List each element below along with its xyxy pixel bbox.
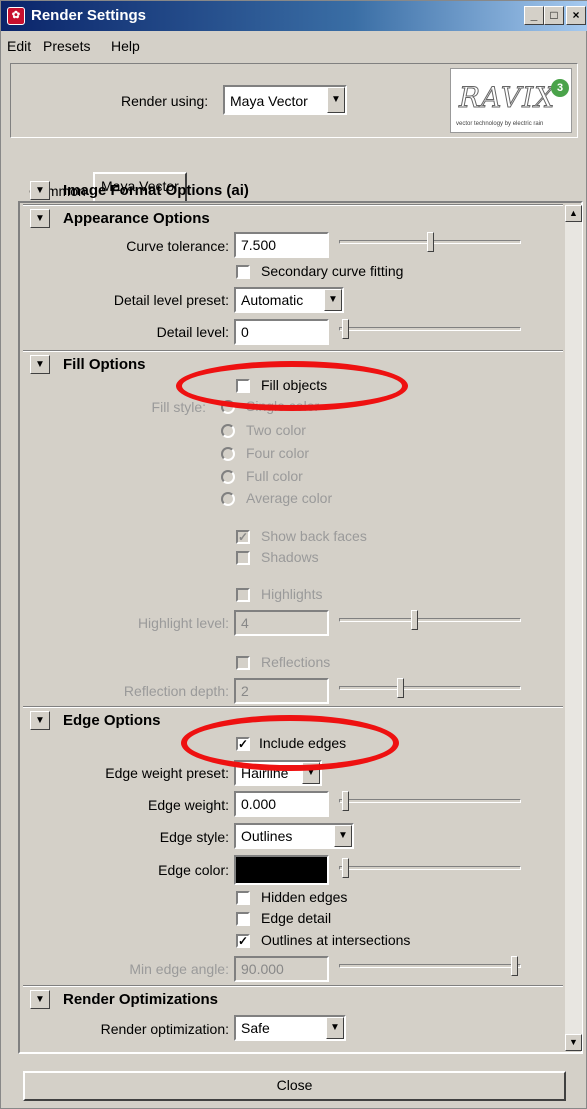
highlights-checkbox[interactable] xyxy=(236,588,250,602)
maximize-button[interactable]: □ xyxy=(544,6,564,25)
edge-style-label: Edge style: xyxy=(159,829,229,845)
edge-weight-slider[interactable] xyxy=(339,790,521,812)
fill-style-label: Fill style: xyxy=(151,399,206,415)
min-edge-angle-slider[interactable] xyxy=(339,955,521,977)
edge-color-swatch[interactable] xyxy=(234,855,329,885)
render-optimization-dropdown[interactable]: Safe ▼ xyxy=(234,1015,346,1041)
ravix-logo-tagline: vector technology by electric rain xyxy=(456,121,544,127)
fill-style-average: Average color xyxy=(246,490,333,506)
title-bar: ✿ Render Settings _ □ × xyxy=(1,1,587,31)
detail-preset-label: Detail level preset: xyxy=(113,292,229,308)
render-optimization-value: Safe xyxy=(241,1020,270,1036)
show-back-faces-checkbox[interactable]: ✓ xyxy=(236,530,250,544)
radio-four-color[interactable] xyxy=(221,447,235,461)
ravix-logo: RAVIX 3 vector technology by electric ra… xyxy=(450,68,572,133)
menu-presets[interactable]: Presets xyxy=(43,38,90,54)
detail-preset-dropdown[interactable]: Automatic ▼ xyxy=(234,287,344,313)
collapse-icon[interactable]: ▼ xyxy=(30,209,50,228)
menu-edit[interactable]: Edit xyxy=(7,38,31,54)
fill-style-four: Four color xyxy=(246,445,310,461)
edge-color-slider[interactable] xyxy=(339,857,521,879)
edge-weight-label: Edge weight: xyxy=(148,797,229,813)
close-window-button[interactable]: × xyxy=(566,6,586,25)
maya-app-icon: ✿ xyxy=(7,7,25,25)
render-using-dropdown[interactable]: Maya Vector ▼ xyxy=(223,85,347,115)
hidden-edges-checkbox[interactable] xyxy=(236,891,250,905)
edge-weight-field[interactable]: 0.000 xyxy=(234,791,329,817)
shadows-label: Shadows xyxy=(261,549,319,565)
edge-detail-label: Edge detail xyxy=(261,910,332,926)
render-using-value: Maya Vector xyxy=(230,93,308,109)
chevron-down-icon: ▼ xyxy=(327,87,345,113)
chevron-down-icon: ▼ xyxy=(326,1017,344,1039)
show-back-faces-label: Show back faces xyxy=(261,528,367,544)
fill-style-two: Two color xyxy=(246,422,306,438)
scroll-up-icon[interactable]: ▲ xyxy=(565,205,582,222)
divider xyxy=(23,985,563,987)
menu-help[interactable]: Help xyxy=(111,38,140,54)
render-settings-window: ✿ Render Settings _ □ × Edit Presets Hel… xyxy=(0,0,587,1109)
ravix-logo-badge: 3 xyxy=(551,79,569,97)
scroll-down-icon[interactable]: ▼ xyxy=(565,1034,582,1051)
curve-tolerance-slider[interactable] xyxy=(339,231,521,253)
edge-weight-preset-label: Edge weight preset: xyxy=(105,765,229,781)
collapse-icon[interactable]: ▼ xyxy=(30,990,50,1009)
curve-tolerance-field[interactable]: 7.500 xyxy=(234,232,329,258)
edge-options-header[interactable]: Edge Options xyxy=(63,712,161,729)
edge-color-label: Edge color: xyxy=(158,862,229,878)
hidden-edges-label: Hidden edges xyxy=(261,889,348,905)
collapse-icon[interactable]: ▼ xyxy=(30,711,50,730)
detail-level-slider[interactable] xyxy=(339,318,521,340)
vertical-scrollbar[interactable]: ▲ ▼ xyxy=(565,205,582,1051)
radio-full-color[interactable] xyxy=(221,470,235,484)
collapse-icon[interactable]: ▼ xyxy=(30,355,50,374)
detail-level-field[interactable]: 0 xyxy=(234,319,329,345)
image-format-header[interactable]: Image Format Options (ai) xyxy=(63,182,249,199)
divider xyxy=(23,706,563,708)
minimize-button[interactable]: _ xyxy=(524,6,544,25)
highlight-level-slider[interactable] xyxy=(339,609,521,631)
divider xyxy=(23,204,563,206)
reflection-depth-slider[interactable] xyxy=(339,677,521,699)
close-button[interactable]: Close xyxy=(23,1071,566,1101)
reflections-label: Reflections xyxy=(261,654,331,670)
ravix-logo-text: RAVIX xyxy=(458,81,556,115)
outlines-intersections-checkbox[interactable]: ✓ xyxy=(236,934,250,948)
edge-style-dropdown[interactable]: Outlines ▼ xyxy=(234,823,354,849)
render-optimization-label: Render optimization: xyxy=(100,1021,229,1037)
detail-level-label: Detail level: xyxy=(156,324,229,340)
outlines-intersections-label: Outlines at intersections xyxy=(261,932,411,948)
annotation-oval-fill xyxy=(176,361,408,411)
render-optimizations-header[interactable]: Render Optimizations xyxy=(63,991,218,1008)
secondary-fitting-label: Secondary curve fitting xyxy=(261,263,404,279)
fill-style-full: Full color xyxy=(246,468,303,484)
fill-options-header[interactable]: Fill Options xyxy=(63,356,146,373)
radio-average-color[interactable] xyxy=(221,492,235,506)
chevron-down-icon: ▼ xyxy=(334,825,352,847)
edge-detail-checkbox[interactable] xyxy=(236,912,250,926)
appearance-header[interactable]: Appearance Options xyxy=(63,210,210,227)
min-edge-angle-label: Min edge angle: xyxy=(129,961,229,977)
highlight-level-field[interactable]: 4 xyxy=(234,610,329,636)
menu-bar: Edit Presets Help xyxy=(1,33,587,57)
edge-style-value: Outlines xyxy=(241,828,293,844)
window-title: Render Settings xyxy=(31,7,147,24)
secondary-fitting-checkbox[interactable] xyxy=(236,265,250,279)
chevron-down-icon: ▼ xyxy=(324,289,342,311)
render-using-label: Render using: xyxy=(121,93,209,109)
divider xyxy=(23,350,563,352)
min-edge-angle-field[interactable]: 90.000 xyxy=(234,956,329,982)
reflections-checkbox[interactable] xyxy=(236,656,250,670)
radio-two-color[interactable] xyxy=(221,424,235,438)
reflection-depth-label: Reflection depth: xyxy=(123,683,229,699)
curve-tolerance-label: Curve tolerance: xyxy=(126,238,229,254)
shadows-checkbox[interactable] xyxy=(236,551,250,565)
annotation-oval-edges xyxy=(181,715,399,771)
highlights-label: Highlights xyxy=(261,586,323,602)
reflection-depth-field[interactable]: 2 xyxy=(234,678,329,704)
highlight-level-label: Highlight level: xyxy=(137,615,229,631)
detail-preset-value: Automatic xyxy=(241,292,304,308)
collapse-icon[interactable]: ▼ xyxy=(30,181,50,200)
